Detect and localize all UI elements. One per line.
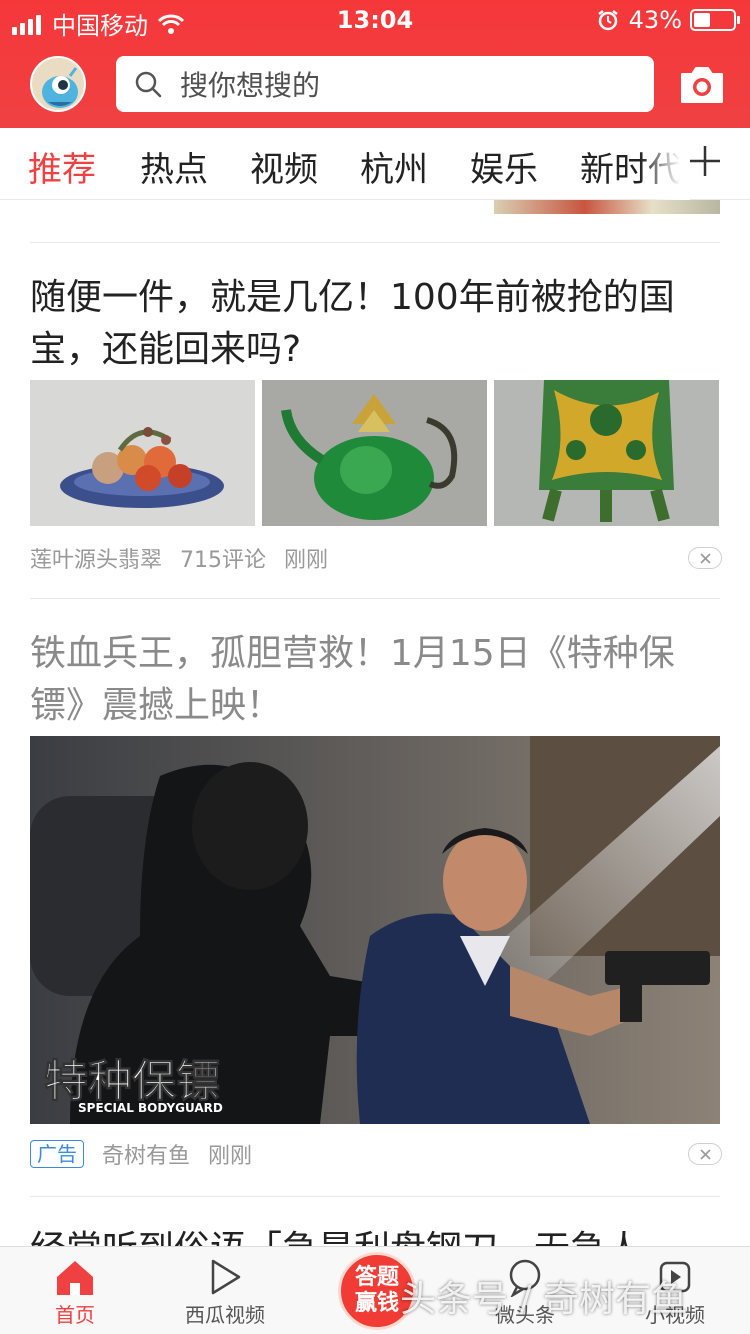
source-name[interactable]: 奇树有鱼 xyxy=(102,1138,190,1170)
header: 中国移动 13:04 43% 搜你想搜的 xyxy=(0,0,750,128)
avatar[interactable] xyxy=(30,56,86,112)
ad-image[interactable]: 特种保镖 SPECIAL BODYGUARD xyxy=(30,736,720,1124)
divider xyxy=(30,242,720,243)
previous-item-image xyxy=(494,200,720,214)
nav-xigua-video[interactable]: 西瓜视频 xyxy=(170,1247,280,1334)
divider xyxy=(30,598,720,599)
publish-time: 刚刚 xyxy=(284,548,329,573)
ad-image-caption: 特种保镖 xyxy=(44,1056,220,1107)
app-root: 中国移动 13:04 43% 搜你想搜的 推荐 热点 视频 杭州 娱乐 新时代 … xyxy=(0,0,750,1334)
tab-entertainment[interactable]: 娱乐 xyxy=(470,142,538,191)
mascot-icon xyxy=(42,67,78,108)
ad-image-caption-en: SPECIAL BODYGUARD xyxy=(78,1101,223,1115)
publish-time: 刚刚 xyxy=(208,1144,253,1169)
tab-hot[interactable]: 热点 xyxy=(140,142,208,191)
previous-item-remnant xyxy=(0,200,750,242)
status-right: 43% xyxy=(597,6,740,34)
watermark: 头条号 / 奇树有鱼 xyxy=(400,1279,688,1320)
tab-hangzhou[interactable]: 杭州 xyxy=(360,142,428,191)
news-feed[interactable]: 随便一件，就是几亿！100年前被抢的国宝，还能回来吗? 莲叶源头翡翠 715评论… xyxy=(0,200,750,1246)
battery-fill xyxy=(694,13,710,27)
search-placeholder: 搜你想搜的 xyxy=(180,69,321,102)
search-icon xyxy=(135,71,162,98)
alarm-icon xyxy=(597,10,618,31)
play-icon xyxy=(211,1259,241,1295)
close-icon xyxy=(700,1149,711,1160)
tab-video[interactable]: 视频 xyxy=(250,142,318,191)
battery-icon xyxy=(690,9,740,31)
add-channel-icon[interactable] xyxy=(688,144,722,178)
tab-recommend[interactable]: 推荐 xyxy=(28,142,96,191)
dislike-button[interactable] xyxy=(688,547,722,569)
battery-percent: 43% xyxy=(628,6,682,34)
category-tabs: 推荐 热点 视频 杭州 娱乐 新时代 xyxy=(0,128,750,200)
close-icon xyxy=(700,553,711,564)
home-icon xyxy=(57,1261,93,1295)
thumbnail-green-teapot[interactable] xyxy=(262,380,487,526)
divider xyxy=(30,1196,720,1197)
status-bar: 中国移动 13:04 43% xyxy=(0,0,750,40)
nav-label: 西瓜视频 xyxy=(185,1303,265,1327)
source-name[interactable]: 莲叶源头翡翠 xyxy=(30,542,162,574)
comment-count: 715评论 xyxy=(180,548,267,573)
news-title[interactable]: 随便一件，就是几亿！100年前被抢的国宝，还能回来吗? xyxy=(30,272,720,376)
next-news-title[interactable]: 经常听到俗语「急是利盘钢刀，无急人 xyxy=(30,1224,720,1246)
thumbnail-dragon-vessel[interactable] xyxy=(494,380,719,526)
nav-home[interactable]: 首页 xyxy=(30,1247,120,1334)
camera-icon[interactable] xyxy=(678,64,726,106)
nav-label: 首页 xyxy=(55,1303,95,1327)
news-title[interactable]: 铁血兵王，孤胆营救！1月15日《特种保镖》震撼上映！ xyxy=(30,628,720,732)
news-meta: 莲叶源头翡翠 715评论 刚刚 xyxy=(30,540,346,576)
thumbnail-fruit-plate[interactable] xyxy=(30,380,255,526)
ad-badge: 广告 xyxy=(30,1140,84,1168)
search-bar[interactable]: 搜你想搜的 xyxy=(116,56,654,112)
tabs-fade xyxy=(640,128,690,200)
dislike-button[interactable] xyxy=(688,1143,722,1165)
ad-meta: 广告 奇树有鱼 刚刚 xyxy=(30,1136,270,1172)
